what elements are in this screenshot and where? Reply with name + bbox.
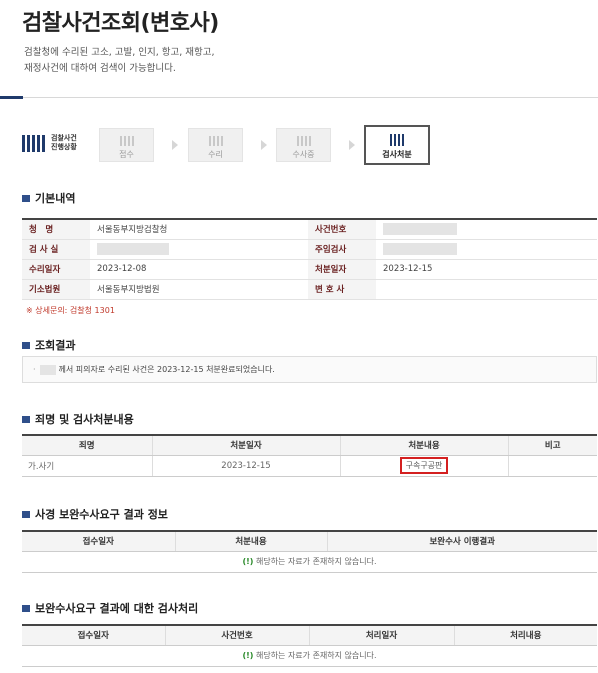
redacted-block — [383, 223, 457, 236]
disposition-highlight: 구속구공판 — [399, 457, 449, 474]
alert-icon: (!) — [242, 557, 254, 566]
section-heading-charges: 죄명 및 검사처분내용 — [22, 411, 134, 427]
step-icon — [189, 136, 242, 146]
label-case-number: 사건번호 — [308, 218, 376, 240]
progress-label-line: 진행상황 — [51, 143, 77, 151]
table-header-row: 죄명 처분일자 처분내용 비고 — [22, 434, 597, 456]
table-header-row: 접수일자 사건번호 처리일자 처리내용 — [22, 624, 597, 646]
table-row: (!) 해당하는 자료가 존재하지 않습니다. — [22, 645, 597, 667]
value-prosecutor — [376, 239, 597, 260]
title-divider — [0, 97, 598, 98]
cell-date: 2023-12-15 — [152, 455, 341, 477]
table-row: 기소법원 서울동부지방법원 변 호 사 — [22, 279, 597, 300]
step-label: 접수 — [119, 150, 134, 159]
step-icon — [366, 134, 428, 146]
arrow-right-icon — [172, 140, 178, 150]
progress-label-line: 검찰사건 — [51, 134, 77, 142]
case-progress: 검찰사건 진행상황 접수 수리 수사중 검사처분 — [22, 125, 432, 165]
empty-message: (!) 해당하는 자료가 존재하지 않습니다. — [22, 645, 597, 667]
barcode-icon — [22, 134, 45, 152]
section-bullet-icon — [22, 415, 30, 423]
charges-table: 죄명 처분일자 처분내용 비고 가.사기 2023-12-15 구속구공판 — [22, 434, 597, 477]
value-disposition-date: 2023-12-15 — [376, 259, 597, 280]
table-row: 청 명 서울동부지방검찰청 사건번호 — [22, 218, 597, 240]
label-office: 검 사 실 — [22, 239, 90, 260]
redacted-block — [97, 243, 169, 255]
table-row: (!) 해당하는 자료가 존재하지 않습니다. — [22, 551, 597, 573]
section-heading-prosecutor-processing: 보완수사요구 결과에 대한 검사처리 — [22, 600, 198, 616]
result-text: 께서 피의자로 수리된 사건은 2023-12-15 처분완료되었습니다. — [58, 365, 275, 374]
column-header: 처분내용 — [175, 530, 328, 552]
label-received-date: 수리일자 — [22, 259, 90, 280]
police-supplement-table: 접수일자 처분내용 보완수사 이행결과 (!) 해당하는 자료가 존재하지 않습… — [22, 530, 597, 573]
column-header: 비고 — [508, 434, 597, 456]
contact-note: ※ 상세문의: 검찰청 1301 — [26, 306, 115, 315]
label-disposition-date: 처분일자 — [308, 259, 376, 280]
step-received: 접수 — [99, 128, 154, 162]
label-lawyer: 변 호 사 — [308, 279, 376, 300]
value-lawyer — [376, 279, 597, 300]
empty-text: 해당하는 자료가 존재하지 않습니다. — [255, 557, 377, 566]
prosecutor-processing-table: 접수일자 사건번호 처리일자 처리내용 (!) 해당하는 자료가 존재하지 않습… — [22, 624, 597, 667]
redacted-block — [383, 243, 457, 255]
step-disposition-active: 검사처분 — [364, 125, 430, 165]
cell-remark — [508, 455, 597, 477]
step-icon — [277, 136, 330, 146]
progress-label: 검찰사건 진행상황 — [22, 134, 77, 152]
step-label: 검사처분 — [382, 150, 412, 159]
page-description: 검찰청에 수리된 고소, 고발, 인지, 항고, 재항고, 재정사건에 대하여 … — [24, 45, 215, 77]
table-row: 검 사 실 주임검사 — [22, 239, 597, 260]
table-header-row: 접수일자 처분내용 보완수사 이행결과 — [22, 530, 597, 552]
step-investigating: 수사중 — [276, 128, 331, 162]
value-received-date: 2023-12-08 — [90, 259, 308, 280]
description-line: 재정사건에 대하여 검색이 가능합니다. — [24, 63, 176, 74]
title-divider-accent — [0, 96, 23, 99]
basic-info-table: 청 명 서울동부지방검찰청 사건번호 검 사 실 주임검사 수리일자 2023-… — [22, 218, 597, 300]
section-heading-result: 조회결과 — [22, 337, 75, 353]
column-header: 사건번호 — [165, 624, 310, 646]
table-row: 수리일자 2023-12-08 처분일자 2023-12-15 — [22, 259, 597, 280]
column-header: 접수일자 — [22, 530, 176, 552]
empty-message: (!) 해당하는 자료가 존재하지 않습니다. — [22, 551, 597, 573]
arrow-right-icon — [349, 140, 355, 150]
value-office — [90, 239, 308, 260]
column-header: 접수일자 — [22, 624, 166, 646]
value-court: 서울동부지방법원 — [90, 279, 308, 300]
section-bullet-icon — [22, 194, 30, 202]
column-header: 처리내용 — [454, 624, 597, 646]
label-agency: 청 명 — [22, 218, 90, 240]
column-header: 처분일자 — [152, 434, 341, 456]
step-label: 수리 — [208, 150, 223, 159]
table-row: 가.사기 2023-12-15 구속구공판 — [22, 455, 597, 477]
redacted-block — [39, 364, 56, 375]
page-title: 검찰사건조회(변호사) — [22, 11, 219, 36]
arrow-right-icon — [261, 140, 267, 150]
section-heading-police-supplement: 사경 보완수사요구 결과 정보 — [22, 506, 168, 522]
column-header: 처리일자 — [309, 624, 455, 646]
value-case-number — [376, 218, 597, 240]
step-accepted: 수리 — [188, 128, 243, 162]
cell-disposition: 구속구공판 — [340, 455, 509, 477]
column-header: 죄명 — [22, 434, 153, 456]
step-icon — [100, 136, 153, 146]
label-court: 기소법원 — [22, 279, 90, 300]
column-header: 처분내용 — [340, 434, 509, 456]
section-bullet-icon — [22, 341, 30, 349]
section-bullet-icon — [22, 604, 30, 612]
bullet-icon: · — [33, 365, 36, 374]
section-heading-basic: 기본내역 — [22, 190, 75, 206]
empty-text: 해당하는 자료가 존재하지 않습니다. — [255, 651, 377, 660]
column-header: 보완수사 이행결과 — [327, 530, 597, 552]
description-line: 검찰청에 수리된 고소, 고발, 인지, 항고, 재항고, — [24, 47, 215, 58]
cell-charge: 가.사기 — [22, 455, 153, 477]
value-agency: 서울동부지방검찰청 — [90, 218, 308, 240]
alert-icon: (!) — [242, 651, 254, 660]
step-label: 수사중 — [292, 150, 315, 159]
section-bullet-icon — [22, 510, 30, 518]
result-message-box: · 께서 피의자로 수리된 사건은 2023-12-15 처분완료되었습니다. — [22, 356, 597, 383]
label-prosecutor: 주임검사 — [308, 239, 376, 260]
